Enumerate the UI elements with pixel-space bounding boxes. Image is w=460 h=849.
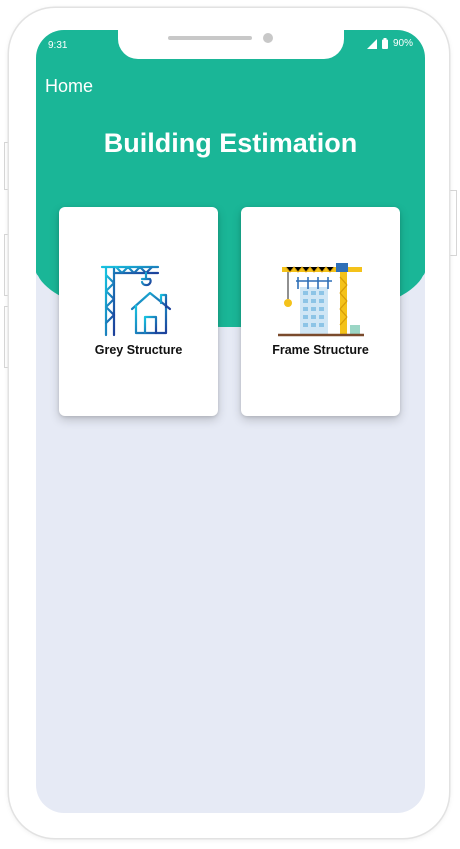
tower-crane-building-icon [277,263,364,337]
phone-notch [118,30,344,59]
signal-icon [366,38,377,49]
grey-structure-label: Grey Structure [94,343,183,357]
grey-structure-card[interactable]: Grey Structure [59,207,218,416]
page-title: Building Estimation [103,128,358,158]
frame-structure-label: Frame Structure [272,343,369,357]
app-screen: 9:31 90% Home Building Estimation Grey S… [36,30,425,813]
battery-icon [381,38,388,49]
status-icons: 90% [366,38,413,49]
speaker-grille [168,36,252,40]
crane-house-icon [98,265,179,337]
battery-percent: 90% [392,38,413,49]
phone-side-button-right [449,190,457,256]
status-time: 9:31 [48,40,68,51]
home-title: Home [45,76,94,96]
frame-structure-card[interactable]: Frame Structure [241,207,400,416]
front-camera [263,33,273,43]
